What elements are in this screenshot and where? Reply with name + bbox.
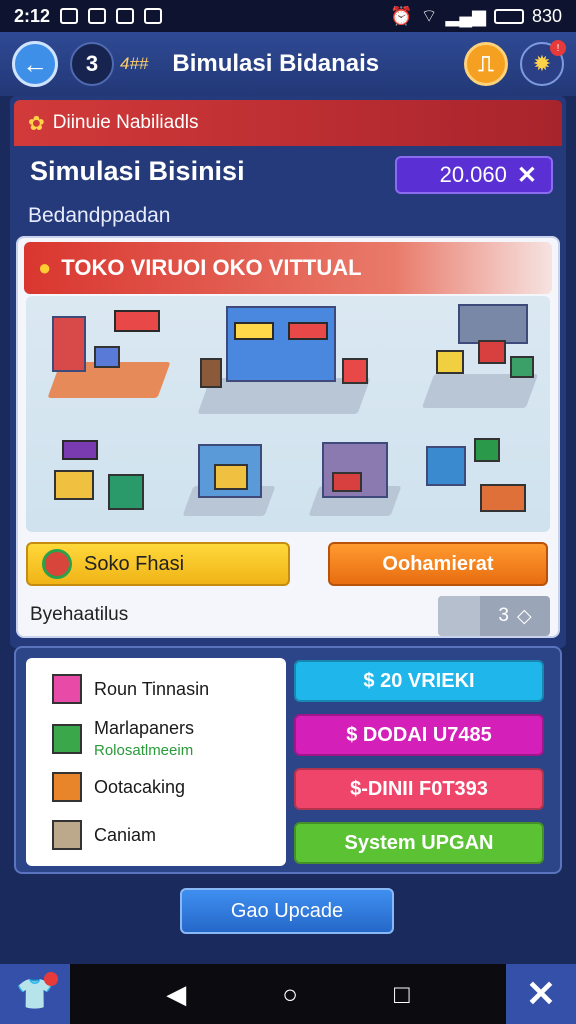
shop-kiosk-3[interactable] [304,436,404,522]
simulation-panel: ✿ Diinuie Nabiliadls Simulasi Bisinisi B… [10,96,566,648]
settings-button[interactable]: ✹! [520,40,566,86]
app-header: ← 3 4## Bimulasi Bidanais ⎍ ✹! [0,32,576,96]
simulation-title: Simulasi Bisinisi [30,156,245,186]
shop-first-button[interactable]: Soko Fhasi [26,542,290,586]
coin-button[interactable]: ⎍ [464,42,508,86]
notification-dot: ! [550,40,566,56]
close-button[interactable]: ✕ [506,964,576,1024]
box-orange-icon [52,772,82,802]
shop-illustration [26,296,550,532]
arrow-left-icon: ← [22,48,48,79]
basket-icon [42,549,72,579]
alarm-icon: ⏰ [390,5,413,26]
list-item-label: Caniam [94,824,157,845]
upgrade-panel: Roun Tinnasin Marlapaners Rolosatlmeeim … [14,646,562,874]
wifi-icon: ⌔ [420,5,438,26]
action-button-2[interactable]: $ DODAI U7485 [294,714,544,756]
money-display[interactable]: 20.060 ✕ [395,156,553,194]
action-label: $ DODAI U7485 [346,723,492,746]
shop-building-main[interactable] [196,298,372,418]
list-item-label: Roun Tinnasin [94,678,210,699]
system-nav-bar: ◀ ○ □ [0,964,576,1024]
list-item[interactable]: Marlapaners Rolosatlmeeim [52,718,194,760]
stepper-decrement[interactable] [438,596,480,636]
battery-level: 830 [531,5,562,26]
level-badge: 3 [70,42,114,86]
close-icon: ✕ [516,161,537,189]
coin-icon: ⎍ [478,51,494,76]
box-pink-icon [52,674,82,704]
business-list: Roun Tinnasin Marlapaners Rolosatlmeeim … [26,658,286,866]
star-gear-icon: ✹ [532,51,552,76]
stat-label: Byehaatilus [30,604,129,625]
gallery-icon [88,8,107,24]
notification-icon [60,8,79,24]
section-banner: ✿ Diinuie Nabiliadls [14,100,562,146]
notification-dot [44,972,58,986]
bottom-strip [0,944,576,964]
go-upgrade-button[interactable]: Gao Upcade [180,888,394,934]
section-banner-label: Diinuie Nabiliadls [52,112,199,133]
signal-icon: ▂▄▆ [445,5,486,26]
shop-kiosk-2[interactable] [178,436,278,522]
list-item[interactable]: Ootacaking [52,772,185,802]
list-item-label: Ootacaking [94,776,186,797]
list-item[interactable]: Roun Tinnasin [52,674,209,704]
system-upgrade-button[interactable]: System UPGAN [294,822,544,864]
money-value: 20.060 [439,162,507,187]
quantity-stepper[interactable]: 3 ◇ [438,596,550,636]
chevron-right-icon[interactable]: ◇ [517,605,532,628]
coin-icon: ● [38,255,52,280]
store-banner: ● TOKO VIRUOI OKO VITTUAL [24,242,552,294]
shop-first-label: Soko Fhasi [84,552,185,575]
shop-stall-1[interactable] [44,306,174,402]
box-gray-icon [52,820,82,850]
message-icon [116,8,135,24]
back-triangle-icon[interactable]: ◀ [166,979,186,1010]
puzzle-icon: ✿ [28,112,45,135]
shop-counter-4[interactable] [418,432,542,526]
action-label: System UPGAN [344,831,494,854]
list-item-label: Marlapaners [94,718,195,738]
stepper-value: 3 [498,605,509,626]
simulation-subtitle: Bedandppadan [28,204,171,227]
commerce-button[interactable]: Oohamierat [328,542,548,586]
recents-square-icon[interactable]: □ [394,979,410,1010]
action-label: $-DINII F0T393 [350,777,488,800]
list-item-sub: Rolosatlmeeim [94,742,194,759]
status-bar: 2:12 ⏰ ⌔ ▂▄▆ 830 [0,0,576,32]
box-green-icon [52,724,82,754]
page-title: Bimulasi Bidanais [172,50,380,77]
mail-icon [144,8,163,24]
stepper-value-box: 3 ◇ [480,596,550,636]
clock: 2:12 [14,5,51,26]
battery-icon [493,8,524,24]
go-upgrade-label: Gao Upcade [230,899,344,922]
virtual-store-card: ● TOKO VIRUOI OKO VITTUAL Soko Fhasi Ooh… [16,236,560,638]
shop-stall-3[interactable] [418,300,542,412]
home-circle-icon[interactable]: ○ [282,979,298,1010]
action-button-1[interactable]: $ 20 VRIEKI [294,660,544,702]
store-banner-title: TOKO VIRUOI OKO VITTUAL [61,255,362,280]
shop-shirt-button[interactable]: 👕 [0,964,70,1024]
back-button[interactable]: ← [12,41,58,87]
commerce-label: Oohamierat [382,552,494,575]
shop-cart-1[interactable] [48,434,158,524]
close-icon: ✕ [525,973,557,1014]
level-sub: 4## [120,54,149,73]
list-item[interactable]: Caniam [52,820,156,850]
action-label: $ 20 VRIEKI [363,669,475,692]
action-button-3[interactable]: $-DINII F0T393 [294,768,544,810]
